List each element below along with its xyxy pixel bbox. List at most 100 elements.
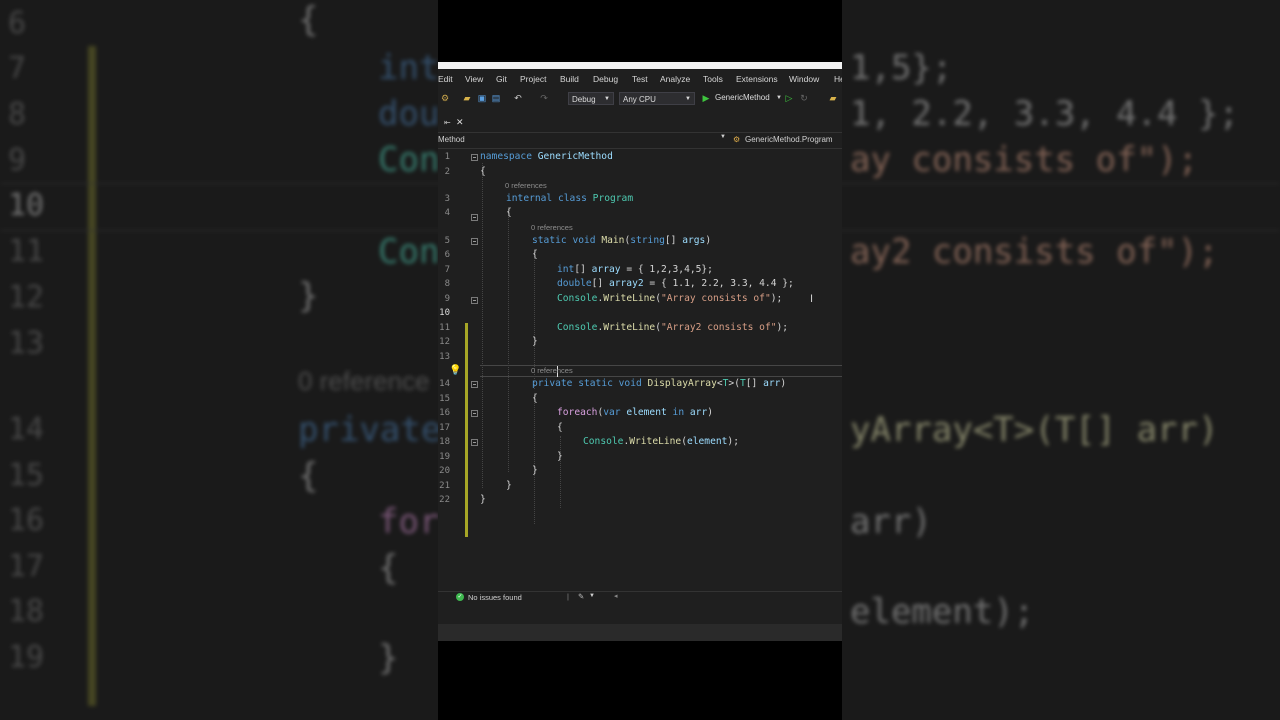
line-number: 18 [439, 437, 450, 447]
type-dropdown[interactable]: GenericMethod.Program [745, 135, 833, 144]
pin-icon[interactable]: ⇤ [444, 118, 451, 127]
save-all-icon[interactable]: ▤ [491, 93, 501, 103]
bg-code: element); [850, 592, 1035, 632]
line-number: 22 [439, 495, 450, 505]
start-without-debugging-icon[interactable]: ▷ [784, 93, 794, 103]
code-line: namespace GenericMethod [480, 151, 613, 162]
bg-line-number: 15 [8, 458, 45, 493]
chevron-down-icon[interactable]: ▼ [589, 593, 595, 599]
code-line: { [480, 166, 486, 177]
collapse-icon[interactable] [471, 154, 478, 161]
project-dropdown[interactable]: Method [438, 135, 465, 144]
undo-icon[interactable]: ↶ [513, 93, 523, 103]
close-icon[interactable]: ✕ [456, 117, 464, 128]
menu-analyze[interactable]: Analyze [660, 74, 690, 84]
bg-code: dou [378, 94, 440, 134]
bg-code: arr) [850, 502, 932, 542]
menu-bar: Edit View Git Project Build Debug Test A… [438, 71, 842, 88]
change-indicator [465, 323, 468, 537]
line-number: 20 [439, 466, 450, 476]
code-line: private static void DisplayArray<T>(T[] … [532, 378, 787, 389]
bg-line-number: 16 [8, 503, 45, 538]
collapse-icon[interactable] [471, 439, 478, 446]
code-line: int[] array = { 1,2,3,4,5}; [557, 264, 713, 275]
configuration-dropdown[interactable]: Debug ▼ [568, 92, 614, 105]
issues-status[interactable]: No issues found [468, 593, 522, 602]
line-number: 4 [444, 208, 450, 218]
code-line: } [532, 336, 538, 347]
indent-guide [482, 163, 483, 488]
menu-project[interactable]: Project [520, 74, 546, 84]
indent-guide [560, 436, 561, 508]
bg-code: ay consists of"); [850, 140, 1198, 180]
line-number: 21 [439, 481, 450, 491]
collapse-icon[interactable] [471, 410, 478, 417]
references-codelens[interactable]: 0 references [531, 223, 573, 232]
chevron-down-icon[interactable]: ▼ [774, 93, 784, 103]
code-editor[interactable]: 💡 1 2 3 4 5 6 7 8 9 10 11 12 13 14 15 16… [438, 149, 842, 589]
collapse-icon[interactable] [471, 214, 478, 221]
separator: | [567, 592, 569, 601]
video-frame: Edit View Git Project Build Debug Test A… [438, 0, 842, 720]
navigation-bar: Method ▼ ⚙ GenericMethod.Program [438, 133, 842, 149]
menu-edit[interactable]: Edit [438, 74, 453, 84]
code-line: { [506, 207, 512, 218]
line-number: 13 [439, 352, 450, 362]
line-number: 6 [444, 250, 450, 260]
line-number: 5 [444, 236, 450, 246]
bg-line-number: 13 [8, 326, 45, 361]
collapse-icon[interactable] [471, 297, 478, 304]
class-icon: ⚙ [733, 135, 741, 144]
solution-explorer-icon[interactable]: ▰ [828, 93, 838, 103]
redo-icon[interactable]: ↷ [539, 93, 549, 103]
menu-git[interactable]: Git [496, 74, 507, 84]
bg-change-bar [88, 46, 96, 706]
scroll-left-icon[interactable]: ◂ [614, 592, 618, 600]
mouse-cursor-icon: I [810, 293, 814, 305]
bg-code: int [378, 48, 440, 88]
references-codelens[interactable]: 0 references [531, 366, 573, 375]
code-line: { [532, 393, 538, 404]
code-line: double[] array2 = { 1.1, 2.2, 3.3, 4.4 }… [557, 278, 794, 289]
line-number: 10 [439, 308, 450, 318]
save-icon[interactable]: ▣ [477, 93, 487, 103]
lightbulb-icon[interactable]: 💡 [449, 365, 461, 376]
menu-extensions[interactable]: Extensions [736, 74, 778, 84]
bg-line-number: 19 [8, 640, 45, 675]
bg-code: { [298, 456, 319, 496]
code-line: Console.WriteLine("Array2 consists of"); [557, 322, 789, 333]
menu-debug[interactable]: Debug [593, 74, 618, 84]
open-folder-icon[interactable]: ▰ [462, 93, 472, 103]
bg-line-number: 7 [8, 51, 27, 86]
bg-line-number: 18 [8, 594, 45, 629]
menu-window[interactable]: Window [789, 74, 819, 84]
bg-line-number: 17 [8, 549, 45, 584]
collapse-icon[interactable] [471, 238, 478, 245]
brush-icon[interactable]: ✎ [578, 592, 584, 601]
chevron-down-icon[interactable]: ▼ [720, 134, 726, 140]
collapse-icon[interactable] [471, 381, 478, 388]
bg-code: { [298, 0, 319, 40]
code-line: { [532, 249, 538, 260]
code-line: } [557, 451, 563, 462]
new-item-icon[interactable]: ⚙ [440, 93, 450, 103]
menu-view[interactable]: View [465, 74, 483, 84]
line-number: 12 [439, 337, 450, 347]
line-number: 8 [444, 279, 450, 289]
references-codelens[interactable]: 0 references [505, 181, 547, 190]
bg-code: { [378, 548, 399, 588]
run-target-button[interactable]: GenericMethod [715, 93, 770, 102]
start-debugging-icon[interactable]: ▶ [701, 93, 711, 103]
bg-line-number: 6 [8, 6, 27, 41]
menu-tools[interactable]: Tools [703, 74, 723, 84]
hot-reload-icon[interactable]: ↻ [799, 93, 809, 103]
menu-test[interactable]: Test [632, 74, 648, 84]
visual-studio-window: Edit View Git Project Build Debug Test A… [438, 62, 842, 641]
menu-build[interactable]: Build [560, 74, 579, 84]
line-number: 11 [439, 323, 450, 333]
menu-help[interactable]: He [834, 74, 842, 84]
code-line: foreach(var element in arr) [557, 407, 713, 418]
platform-dropdown[interactable]: Any CPU ▼ [619, 92, 695, 105]
chevron-down-icon: ▼ [604, 96, 610, 102]
chevron-down-icon: ▼ [685, 96, 691, 102]
